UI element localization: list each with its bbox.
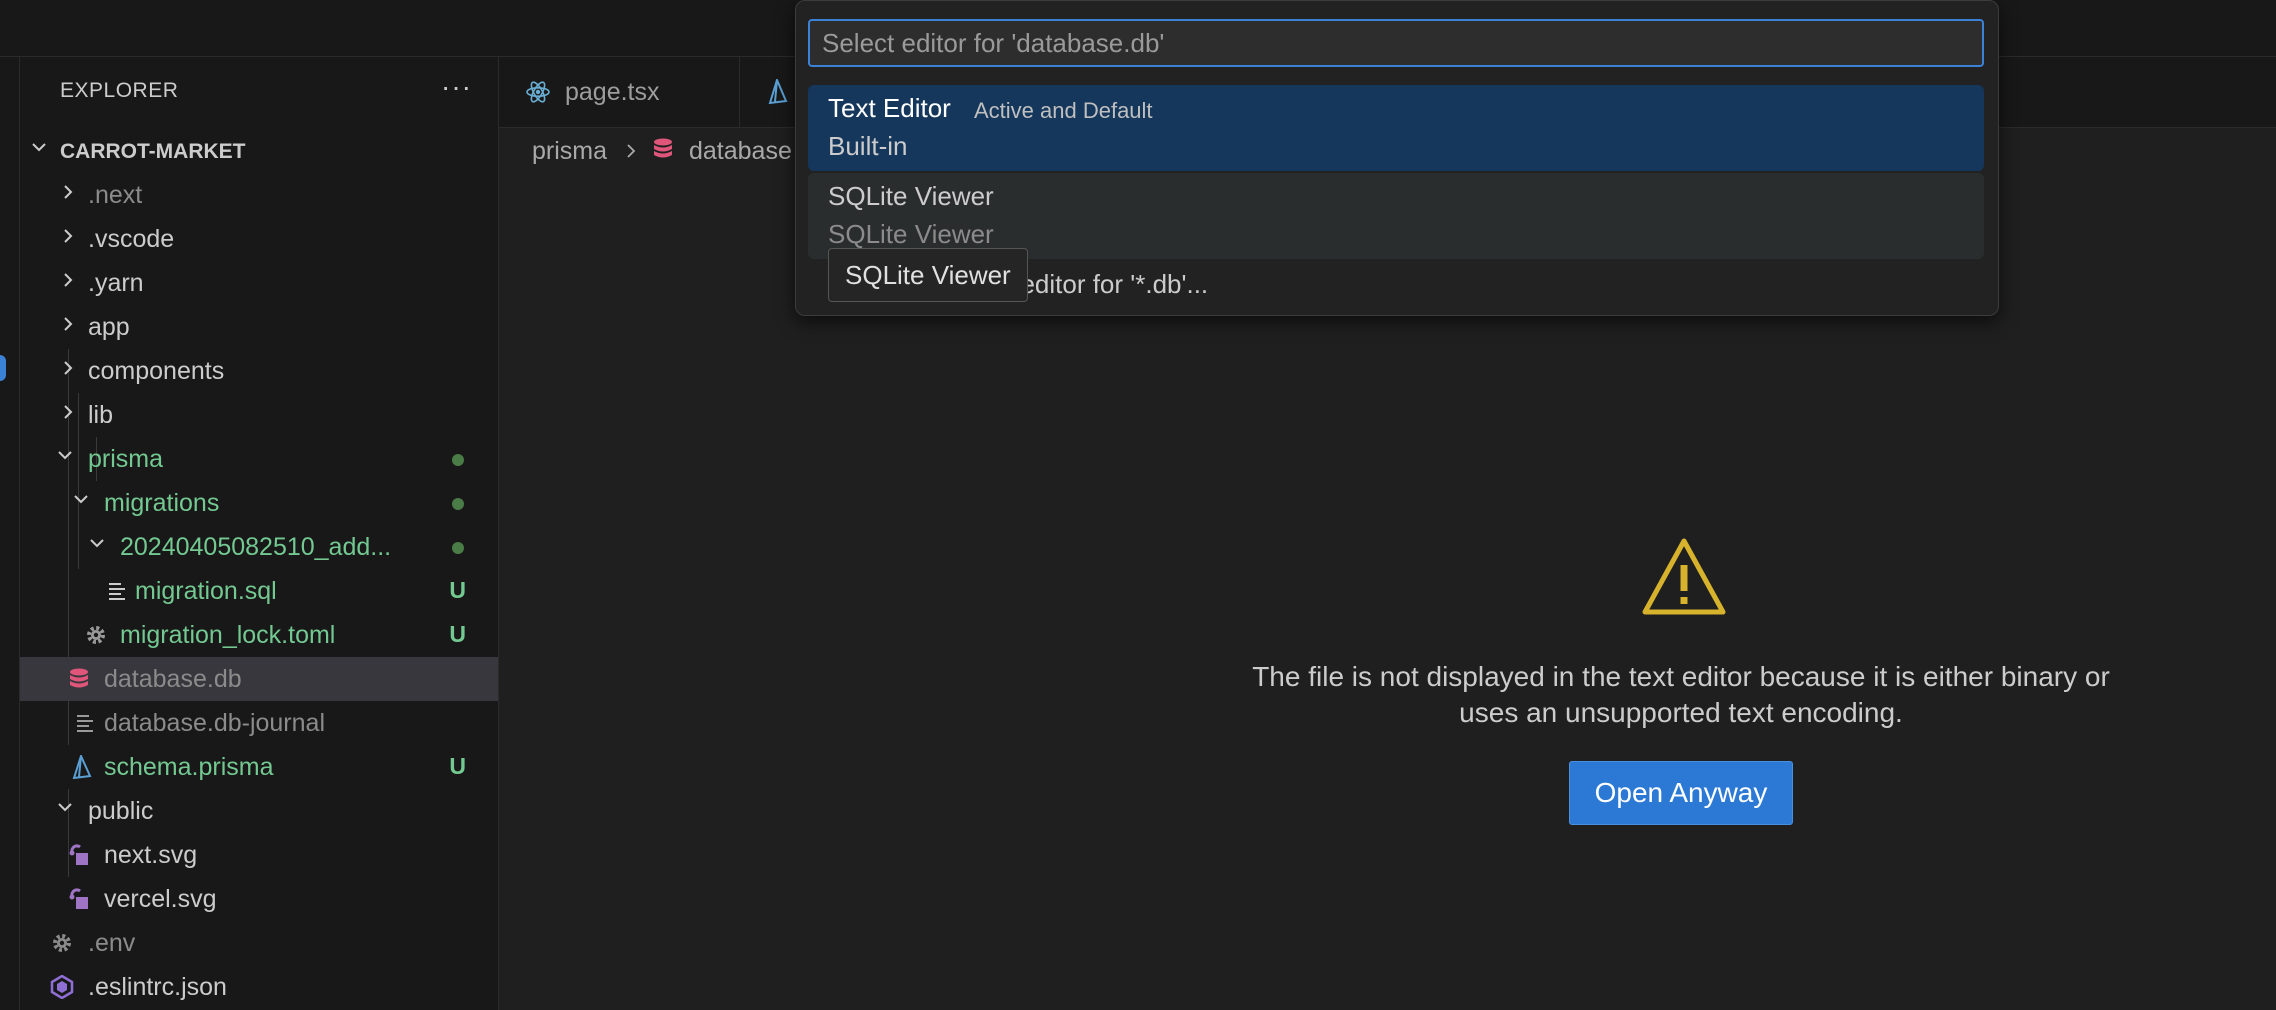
tree-item-eslintrc[interactable]: .eslintrc.json — [20, 965, 498, 1009]
text-file-icon — [106, 579, 128, 603]
tree-item-migration-sql[interactable]: migration.sql U — [20, 569, 498, 613]
chevron-down-icon — [90, 537, 104, 549]
tree-item-label: components — [88, 357, 225, 385]
item-name: SQLite Viewer — [828, 181, 994, 211]
tree-item-migration-lock[interactable]: migration_lock.toml U — [20, 613, 498, 657]
tree-root-label: CARROT-MARKET — [60, 140, 246, 163]
tree-item-label: app — [88, 313, 130, 341]
tree-item-vercel-svg[interactable]: vercel.svg — [20, 877, 498, 921]
modified-dot — [452, 454, 464, 466]
chevron-right-icon — [62, 405, 74, 419]
more-actions-icon[interactable]: ··· — [441, 71, 472, 103]
tree-item-label: .env — [88, 929, 136, 957]
tree-item-label: migrations — [104, 489, 220, 517]
item-name: Text Editor — [828, 93, 951, 123]
chevron-right-icon — [62, 361, 74, 375]
tooltip: SQLite Viewer — [828, 248, 1028, 302]
quick-pick-item-sqlite-viewer[interactable]: SQLite Viewer SQLite Viewer — [808, 173, 1984, 259]
breadcrumb-item-prisma[interactable]: prisma — [532, 137, 607, 166]
quick-pick-item-text-editor[interactable]: Text Editor Active and Default Built-in — [808, 85, 1984, 171]
tree-item-public[interactable]: public — [20, 789, 498, 833]
tree-item-label: .next — [88, 181, 143, 209]
tree-item-yarn[interactable]: .yarn — [20, 261, 498, 305]
chevron-right-icon — [625, 143, 637, 159]
activity-bar — [0, 57, 20, 1010]
text-file-icon — [74, 711, 96, 735]
tree-item-env[interactable]: .env — [20, 921, 498, 965]
tree-item-migration-folder[interactable]: 20240405082510_add... — [20, 525, 498, 569]
quick-pick-input[interactable] — [808, 19, 1984, 67]
svg-file-icon — [68, 887, 90, 911]
breadcrumb-item-database[interactable]: database — [689, 137, 792, 166]
chevron-down-icon — [58, 801, 72, 813]
tree-item-database-journal[interactable]: database.db-journal — [20, 701, 498, 745]
open-anyway-button[interactable]: Open Anyway — [1569, 761, 1793, 825]
item-detail: SQLite Viewer — [828, 219, 994, 249]
tree-item-migrations[interactable]: migrations — [20, 481, 498, 525]
active-indicator — [0, 355, 6, 381]
tree-item-label: database.db — [104, 665, 242, 693]
tree-item-schema-prisma[interactable]: schema.prisma U — [20, 745, 498, 789]
untracked-badge: U — [449, 753, 466, 779]
tree-item-lib[interactable]: lib — [20, 393, 498, 437]
tree-item-label: next.svg — [104, 841, 198, 869]
tree-item-label: .yarn — [88, 269, 144, 297]
chevron-right-icon — [62, 273, 74, 287]
modified-dot — [452, 498, 464, 510]
gear-icon — [50, 931, 72, 955]
explorer-header: EXPLORER ··· — [20, 57, 498, 129]
tree-root-carrot-market[interactable]: CARROT-MARKET — [20, 129, 498, 173]
binary-file-message: The file is not displayed in the text ed… — [1252, 661, 2110, 728]
database-icon — [652, 137, 674, 161]
svg-file-icon — [68, 843, 90, 867]
tree-item-label: vercel.svg — [104, 885, 217, 913]
react-icon — [525, 79, 551, 105]
chevron-down-icon — [74, 493, 88, 505]
tree-item-next-svg[interactable]: next.svg — [20, 833, 498, 877]
tree-item-label: schema.prisma — [104, 753, 274, 781]
item-description: Active and Default — [974, 98, 1153, 123]
warning-icon — [1641, 537, 1727, 617]
tab-page-tsx[interactable]: page.tsx — [499, 57, 740, 127]
configure-default-editor[interactable]: t editor for '*.db'... — [1006, 269, 1208, 300]
explorer-title: EXPLORER — [60, 79, 179, 102]
prisma-icon — [70, 753, 92, 780]
tree-item-label: migration_lock.toml — [120, 621, 336, 649]
gear-icon — [84, 623, 106, 647]
tree-item-vscode[interactable]: .vscode — [20, 217, 498, 261]
tree-item-label: public — [88, 797, 154, 825]
tree-item-label: database.db-journal — [104, 709, 325, 737]
chevron-right-icon — [62, 229, 74, 243]
chevron-right-icon — [62, 185, 74, 199]
prisma-icon — [766, 77, 788, 105]
chevron-down-icon — [58, 449, 72, 461]
tree-item-label: .vscode — [88, 225, 175, 253]
tree-item-prisma[interactable]: prisma — [20, 437, 498, 481]
tab-label: page.tsx — [565, 78, 660, 106]
untracked-badge: U — [449, 621, 466, 647]
untracked-badge: U — [449, 577, 466, 603]
database-icon — [68, 667, 90, 691]
tree-item-app[interactable]: app — [20, 305, 498, 349]
tree-item-label: prisma — [88, 445, 164, 473]
item-detail: Built-in — [828, 131, 908, 161]
tree-item-label: lib — [88, 401, 114, 429]
tree-item-next[interactable]: .next — [20, 173, 498, 217]
eslint-icon — [50, 974, 74, 1000]
modified-dot — [452, 542, 464, 554]
tree-item-label: migration.sql — [135, 577, 277, 605]
explorer-sidebar: EXPLORER ··· CARROT-MARKET .next .vscode… — [20, 57, 499, 1010]
tree-item-label: .eslintrc.json — [88, 973, 227, 1001]
tree-item-label: 20240405082510_add... — [120, 533, 392, 561]
chevron-right-icon — [62, 317, 74, 331]
tree-item-components[interactable]: components — [20, 349, 498, 393]
chevron-down-icon — [32, 141, 46, 153]
tree-item-database-db[interactable]: database.db — [20, 657, 498, 701]
